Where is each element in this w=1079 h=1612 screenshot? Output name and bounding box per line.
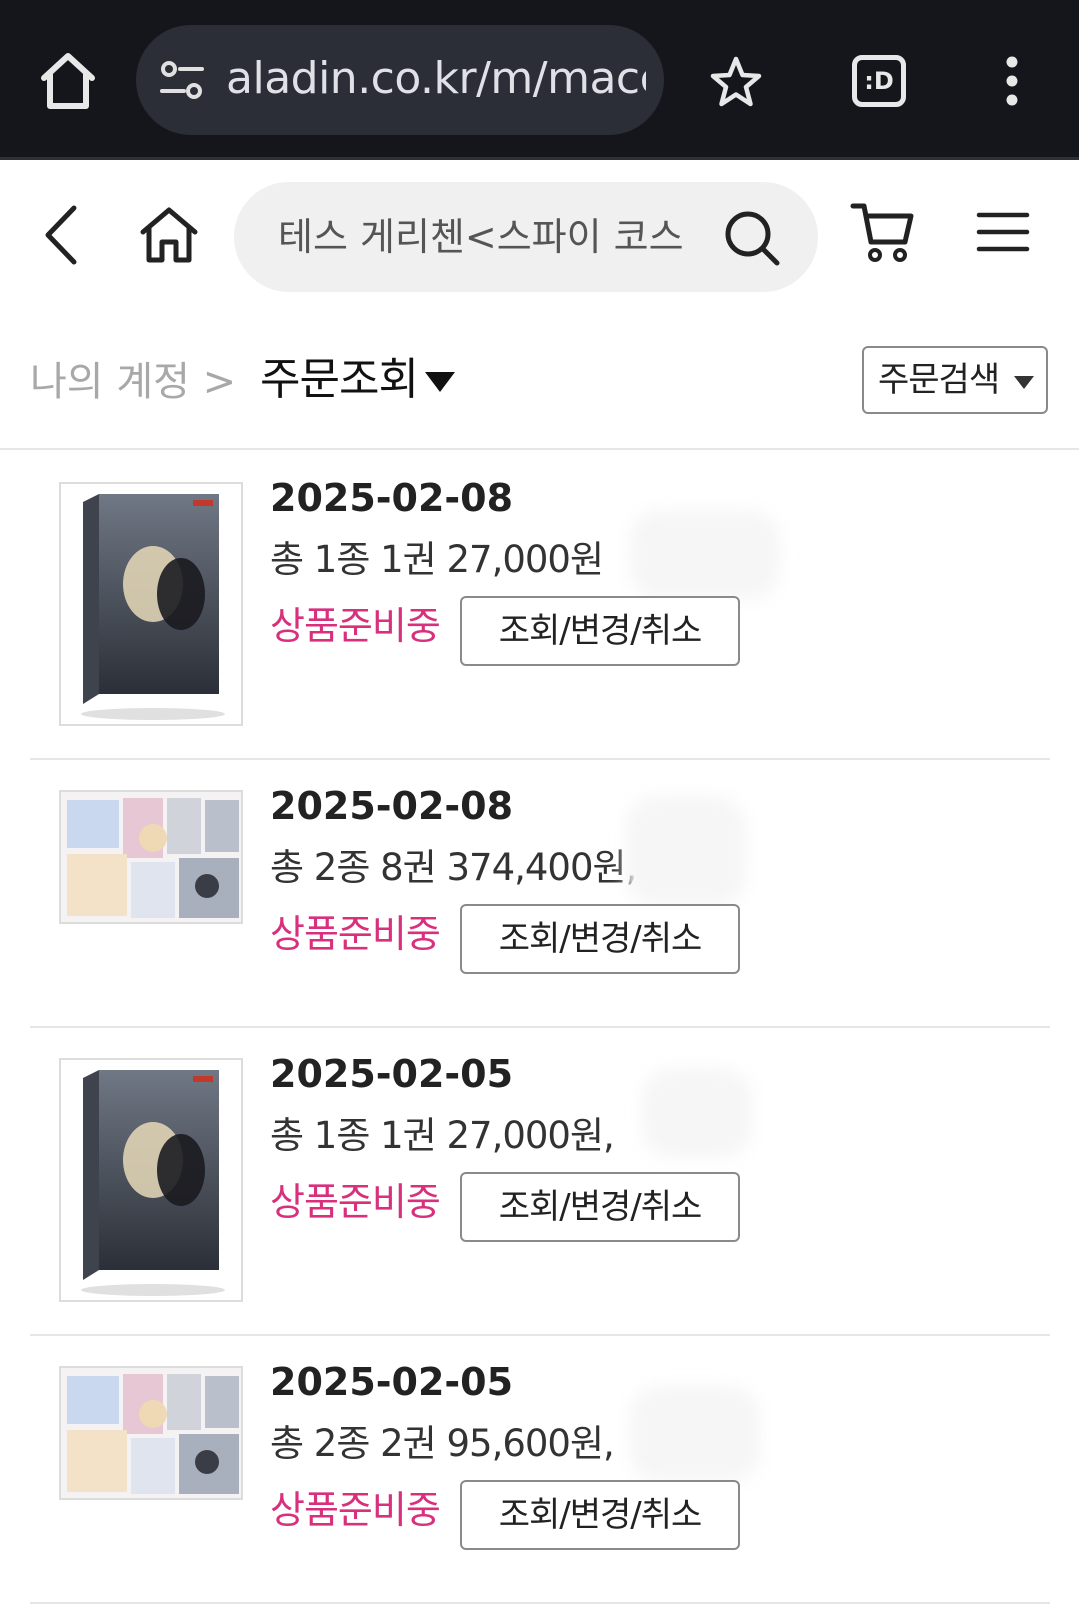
page-title-bar: 나의 계정 > 주문조회 주문검색 <box>0 310 1079 450</box>
caret-down-icon[interactable] <box>425 372 455 392</box>
product-thumbnail[interactable] <box>59 482 243 726</box>
view-change-cancel-button[interactable]: 조회/변경/취소 <box>460 1480 740 1550</box>
order-item: 2025-02-05 총 1종 1권 27,000원, 상품준비중 조회/변경/… <box>30 1028 1050 1336</box>
order-summary: 총 1종 1권 27,000원, <box>270 1114 615 1157</box>
order-date: 2025-02-05 <box>270 1052 514 1096</box>
view-change-cancel-button[interactable]: 조회/변경/취소 <box>460 904 740 974</box>
product-thumbnail[interactable] <box>59 1058 243 1302</box>
goods-set-image <box>61 792 241 922</box>
redaction-patch <box>630 1386 760 1482</box>
cart-icon[interactable] <box>850 200 916 266</box>
redaction-patch <box>630 510 780 600</box>
breadcrumb[interactable]: 나의 계정 > <box>30 354 236 410</box>
order-date: 2025-02-08 <box>270 476 514 520</box>
product-thumbnail[interactable] <box>59 790 243 924</box>
url-text[interactable]: aladin.co.kr/m/macc <box>226 49 646 109</box>
star-icon[interactable] <box>708 54 764 110</box>
tune-icon[interactable] <box>158 57 206 103</box>
hamburger-icon[interactable] <box>976 210 1030 254</box>
order-summary: 총 2종 8권 374,400원, <box>270 846 637 889</box>
redaction-patch <box>626 796 746 906</box>
view-change-cancel-button[interactable]: 조회/변경/취소 <box>460 1172 740 1242</box>
home-icon[interactable] <box>138 204 200 266</box>
view-change-cancel-button[interactable]: 조회/변경/취소 <box>460 596 740 666</box>
book-box-image <box>61 484 241 724</box>
order-date: 2025-02-05 <box>270 1360 514 1404</box>
tab-switcher-button[interactable]: :D <box>852 55 906 107</box>
goods-set-image <box>61 1368 241 1498</box>
order-summary: 총 1종 1권 27,000원 <box>270 538 604 581</box>
caret-down-icon <box>1014 376 1034 389</box>
product-thumbnail[interactable] <box>59 1366 243 1500</box>
order-status: 상품준비중 <box>270 604 441 648</box>
order-item: 2025-02-08 총 2종 8권 374,400원, 상품준비중 조회/변경… <box>30 760 1050 1028</box>
order-status: 상품준비중 <box>270 912 441 956</box>
page-title[interactable]: 주문조회 <box>260 350 419 410</box>
book-box-image <box>61 1060 241 1300</box>
order-status: 상품준비중 <box>270 1488 441 1532</box>
order-search-button[interactable]: 주문검색 <box>862 346 1048 414</box>
address-bar[interactable]: aladin.co.kr/m/macc <box>136 25 664 135</box>
chevron-left-icon[interactable] <box>40 202 84 268</box>
order-item: 2025-02-08 총 1종 1권 27,000원 상품준비중 조회/변경/취… <box>30 452 1050 760</box>
order-summary: 총 2종 2권 95,600원, <box>270 1422 615 1465</box>
search-icon[interactable] <box>722 208 782 268</box>
order-status: 상품준비중 <box>270 1180 441 1224</box>
search-input[interactable]: 테스 게리첸<스파이 코스 <box>278 210 718 264</box>
home-icon[interactable] <box>38 48 98 114</box>
redaction-patch <box>642 1068 752 1158</box>
search-bar[interactable]: 테스 게리첸<스파이 코스 <box>234 182 818 292</box>
more-vert-icon[interactable] <box>1000 56 1024 106</box>
order-search-label: 주문검색 <box>878 360 1000 400</box>
browser-toolbar: aladin.co.kr/m/macc :D <box>0 0 1079 160</box>
order-item: 2025-02-05 총 2종 2권 95,600원, 상품준비중 조회/변경/… <box>30 1336 1050 1604</box>
site-header: 테스 게리첸<스파이 코스 <box>0 160 1079 310</box>
order-date: 2025-02-08 <box>270 784 514 828</box>
